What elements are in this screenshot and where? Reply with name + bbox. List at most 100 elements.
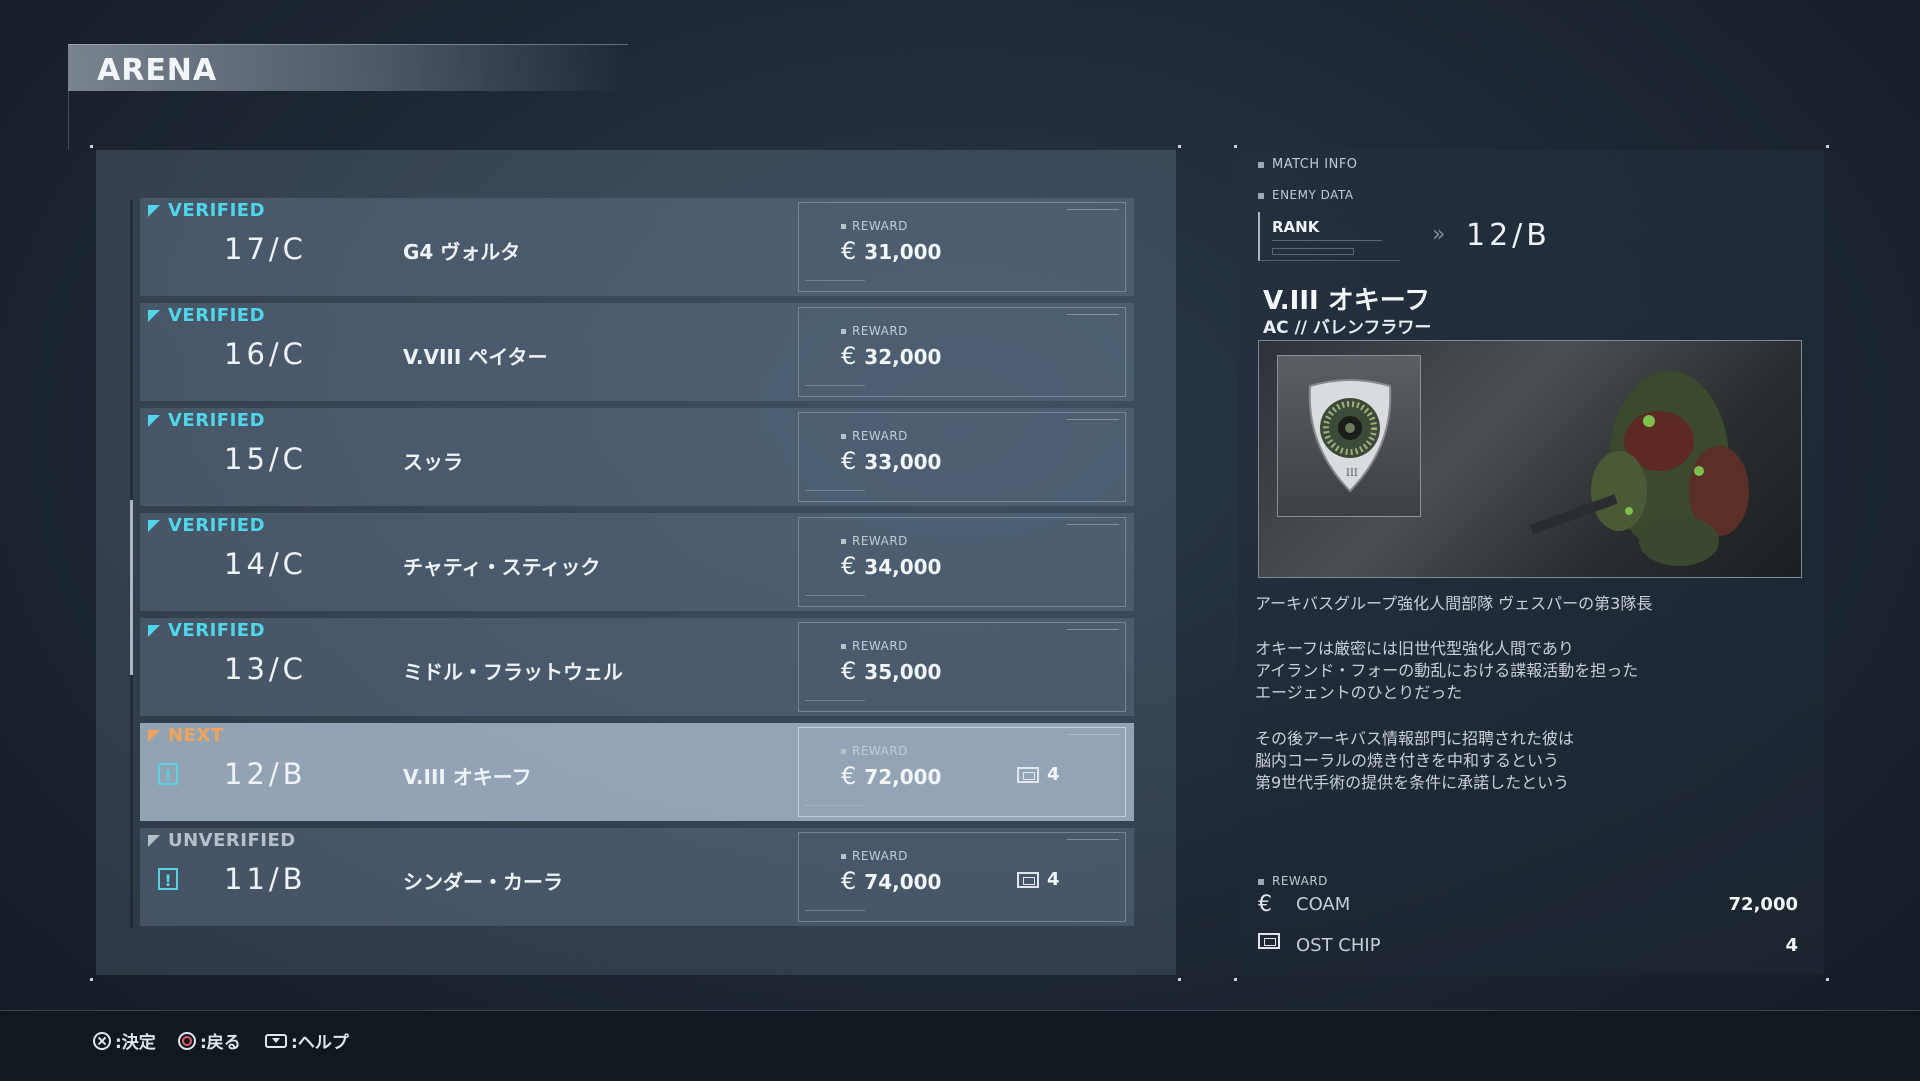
match-row[interactable]: VERIFIED 14/C チャティ・スティック REWARD €34,000 <box>140 513 1134 611</box>
reward-amount: 33,000 <box>864 450 942 474</box>
box-deco <box>1067 734 1119 735</box>
box-deco <box>805 595 865 596</box>
frame-corner <box>90 978 93 981</box>
reward-label: REWARD <box>841 639 908 653</box>
hint-confirm[interactable]: :決定 <box>93 1028 156 1053</box>
match-status-label: VERIFIED <box>168 410 266 431</box>
reward-label: REWARD <box>841 534 908 548</box>
match-status: VERIFIED <box>148 305 265 326</box>
flag-icon <box>148 519 160 532</box>
match-row[interactable]: NEXT! 12/B V.III オキーフ REWARD €72,000 4 <box>140 723 1134 821</box>
ost-chip-value: 4 <box>1785 935 1798 956</box>
svg-text:III: III <box>1346 468 1358 479</box>
reward-value: €31,000 <box>841 237 941 265</box>
title-divider <box>68 90 69 150</box>
scrollbar-thumb[interactable] <box>130 500 133 675</box>
circle-button-icon <box>178 1031 196 1050</box>
reward-coam-row: € COAM 72,000 <box>1258 890 1798 920</box>
reward-box: REWARD €34,000 <box>798 517 1126 607</box>
match-opponent-name: スッラ <box>403 450 463 474</box>
match-rank: 17/C <box>224 232 307 266</box>
match-rank: 16/C <box>224 337 307 371</box>
currency-icon: € <box>841 657 857 685</box>
match-opponent-name: チャティ・スティック <box>403 555 601 579</box>
box-deco <box>805 910 865 911</box>
reward-value: €74,000 <box>841 867 941 895</box>
match-row[interactable]: VERIFIED 15/C スッラ REWARD €33,000 <box>140 408 1134 506</box>
match-status: VERIFIED <box>148 200 265 221</box>
match-row[interactable]: VERIFIED 16/C V.VIII ペイター REWARD €32,000 <box>140 303 1134 401</box>
box-deco <box>805 490 865 491</box>
currency-icon: € <box>1258 892 1272 917</box>
reward-box: REWARD €35,000 <box>798 622 1126 712</box>
rank-deco-line <box>1272 240 1382 241</box>
reward-label: REWARD <box>841 849 908 863</box>
alert-icon: ! <box>158 763 178 785</box>
reward-label: REWARD <box>841 429 908 443</box>
match-opponent-name: G4 ヴォルタ <box>403 240 521 264</box>
flag-icon <box>148 729 160 742</box>
currency-icon: € <box>841 447 857 475</box>
currency-icon: € <box>841 237 857 265</box>
match-status-label: VERIFIED <box>168 620 266 641</box>
ost-chip-reward: 4 <box>1017 869 1060 890</box>
flag-icon <box>148 834 160 847</box>
box-deco <box>1067 524 1119 525</box>
frame-corner <box>1234 145 1237 148</box>
reward-box: REWARD €31,000 <box>798 202 1126 292</box>
reward-amount: 72,000 <box>864 765 942 789</box>
touchpad-button-icon <box>265 1033 287 1048</box>
match-rank: 12/B <box>224 757 307 791</box>
match-status-label: VERIFIED <box>168 305 266 326</box>
box-deco <box>805 805 865 806</box>
match-rank: 14/C <box>224 547 307 581</box>
reward-section-label: REWARD <box>1258 874 1328 888</box>
flag-icon <box>148 309 160 322</box>
match-row[interactable]: UNVERIFIED! 11/B シンダー・カーラ REWARD €74,000 4 <box>140 828 1134 926</box>
match-opponent-name: シンダー・カーラ <box>403 870 563 894</box>
match-opponent-name: V.VIII ペイター <box>403 345 548 369</box>
ost-chip-icon <box>1017 871 1039 888</box>
match-opponent-name: V.III オキーフ <box>403 765 532 789</box>
chevron-right-icon: » <box>1432 222 1446 247</box>
match-opponent-name: ミドル・フラットウェル <box>403 660 623 684</box>
flag-icon <box>148 624 160 637</box>
reward-label: REWARD <box>841 744 908 758</box>
match-row[interactable]: VERIFIED 13/C ミドル・フラットウェル REWARD €35,000 <box>140 618 1134 716</box>
rank-deco-box <box>1272 248 1354 255</box>
enemy-description-2: オキーフは厳密には旧世代型強化人間であり アイランド・フォーの動乱における諜報活… <box>1255 639 1639 702</box>
hint-back[interactable]: :戻る <box>178 1028 241 1053</box>
box-deco <box>805 280 865 281</box>
reward-value: €72,000 <box>841 762 941 790</box>
coam-label: COAM <box>1296 894 1351 915</box>
enemy-name: V.III オキーフ <box>1263 286 1431 316</box>
frame-corner <box>1234 978 1237 981</box>
currency-icon: € <box>841 342 857 370</box>
box-deco <box>1067 629 1119 630</box>
ost-chip-count: 4 <box>1047 764 1060 785</box>
match-rank: 15/C <box>224 442 307 476</box>
screen-title: ARENA <box>97 53 218 88</box>
enemy-data-label: ENEMY DATA <box>1258 188 1354 202</box>
hint-back-label: :戻る <box>200 1033 241 1053</box>
reward-box: REWARD €33,000 <box>798 412 1126 502</box>
frame-corner <box>1826 978 1829 981</box>
mech-image <box>1529 371 1749 566</box>
cross-button-icon <box>93 1031 111 1050</box>
frame-corner <box>1178 978 1181 981</box>
match-row[interactable]: VERIFIED 17/C G4 ヴォルタ REWARD €31,000 <box>140 198 1134 296</box>
frame-corner <box>1826 145 1829 148</box>
match-status: VERIFIED <box>148 410 265 431</box>
screen-title-bar: ARENA <box>68 44 628 91</box>
match-status: UNVERIFIED <box>148 830 296 851</box>
frame-corner <box>1178 145 1181 148</box>
match-status: NEXT <box>148 725 224 746</box>
box-deco <box>1067 839 1119 840</box>
enemy-description-1: アーキバスグループ強化人間部隊 ヴェスパーの第3隊長 <box>1255 594 1653 613</box>
hint-help[interactable]: :ヘルプ <box>265 1028 349 1053</box>
box-deco <box>805 385 865 386</box>
flag-icon <box>148 414 160 427</box>
reward-amount: 35,000 <box>864 660 942 684</box>
ost-chip-icon <box>1258 933 1280 954</box>
reward-amount: 31,000 <box>864 240 942 264</box>
